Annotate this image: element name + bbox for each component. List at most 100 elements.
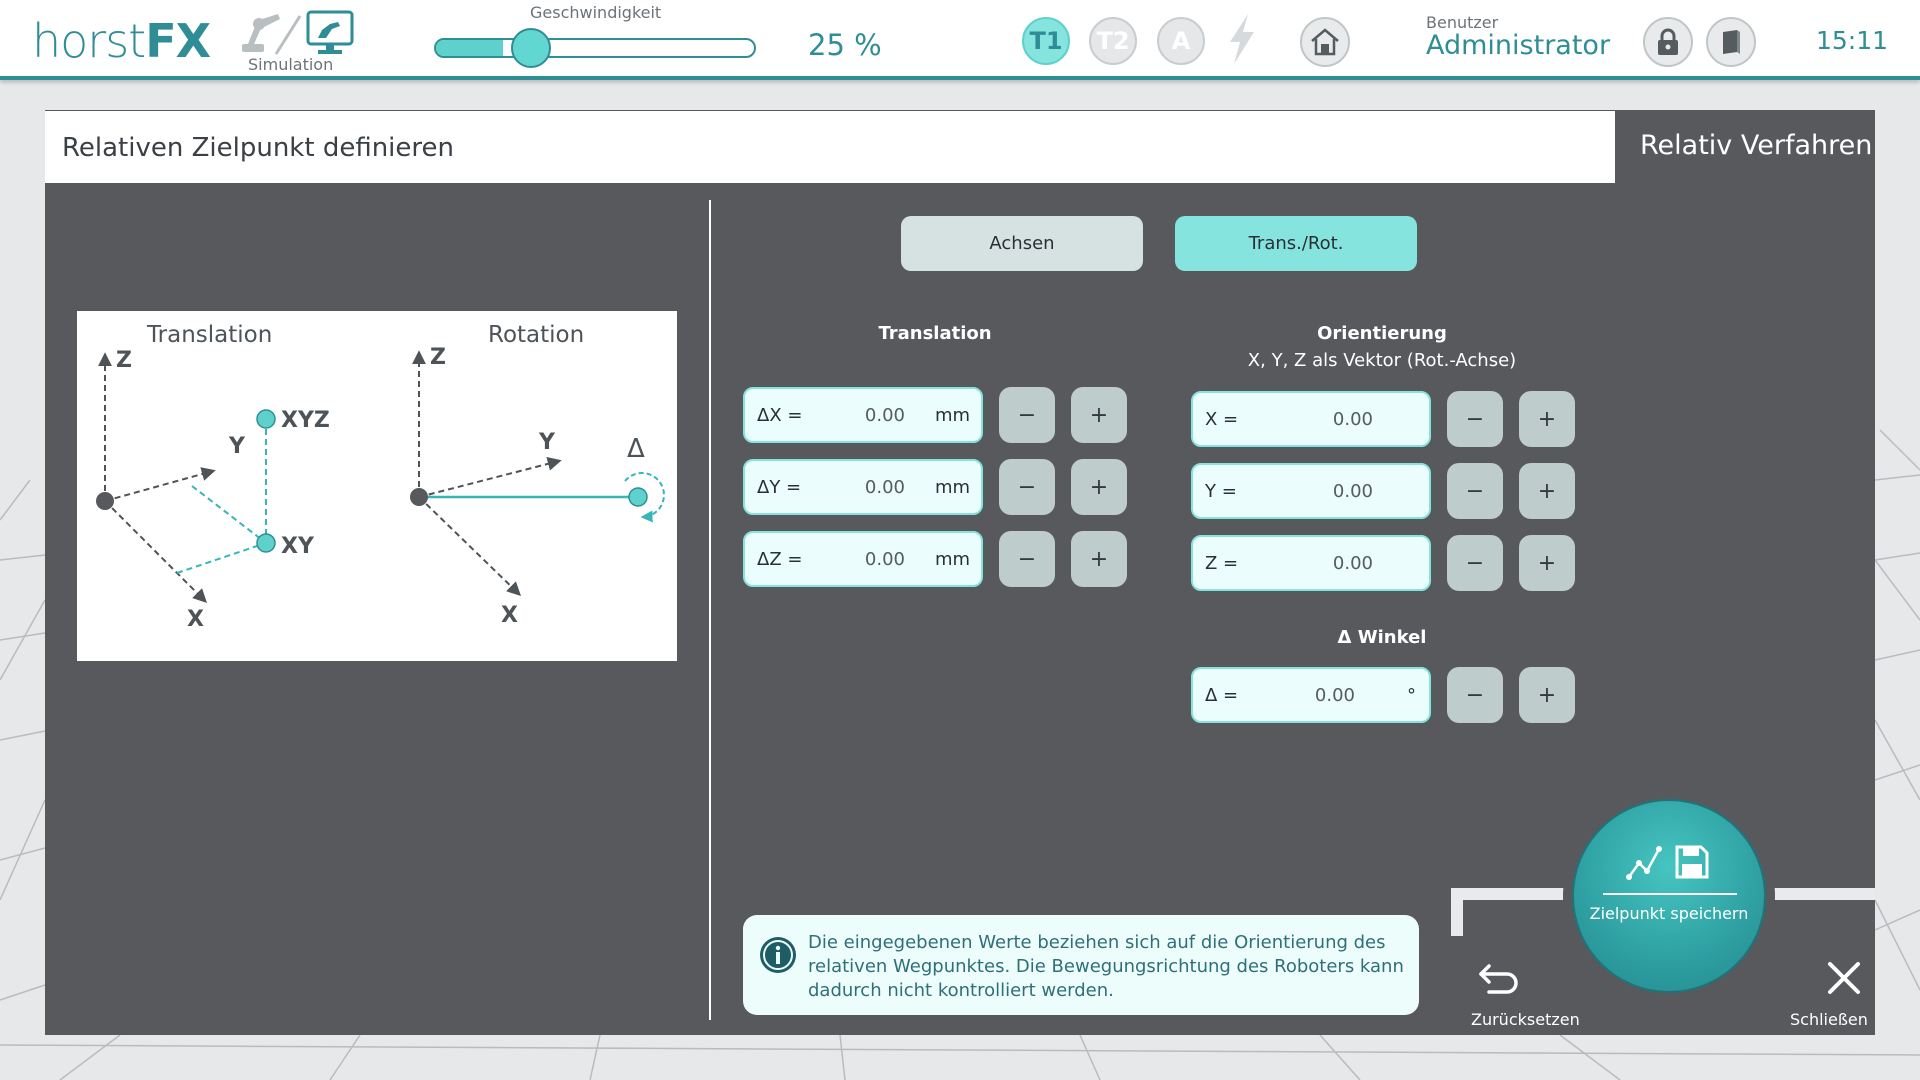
clock: 15:11 <box>1816 26 1889 55</box>
delta-y-label: ΔY = <box>757 477 802 498</box>
orientation-z-minus-button[interactable]: − <box>1447 535 1503 591</box>
lock-icon <box>1658 28 1678 55</box>
manual-button[interactable] <box>1706 17 1756 67</box>
delta-y-minus-button[interactable]: − <box>999 459 1055 515</box>
top-bar-accent-line <box>0 76 1920 80</box>
orientation-y-plus-button[interactable]: + <box>1519 463 1575 519</box>
translation-axis-x: X <box>187 607 204 632</box>
bolt-icon <box>1230 14 1254 64</box>
translation-section-title: Translation <box>878 323 992 344</box>
delta-x-unit: mm <box>935 405 971 426</box>
translation-diagram: Z Y X XYZ XY <box>96 348 330 632</box>
undo-icon <box>1479 964 1518 994</box>
delta-z-field[interactable]: ΔZ = 0.00 mm <box>743 531 983 587</box>
delta-z-label: ΔZ = <box>757 549 803 570</box>
delta-x-value: 0.00 <box>864 405 905 426</box>
tab-trans-rot[interactable]: Trans./Rot. <box>1175 216 1417 271</box>
user-name[interactable]: Administrator <box>1426 30 1610 61</box>
orientation-section-subtitle: X, Y, Z als Vektor (Rot.-Achse) <box>1247 350 1517 371</box>
orientation-x-label: X = <box>1205 409 1239 430</box>
orientation-x-plus-button[interactable]: + <box>1519 391 1575 447</box>
delta-z-unit: mm <box>935 549 971 570</box>
lock-button[interactable] <box>1643 17 1693 67</box>
tab-relativ-verfahren[interactable]: Relativ Verfahren <box>1640 130 1872 161</box>
angle-label: Δ = <box>1205 685 1239 706</box>
speed-slider[interactable] <box>434 28 756 68</box>
mode-a-button[interactable]: A <box>1157 17 1205 65</box>
orientation-z-label: Z = <box>1205 553 1239 574</box>
speed-value: 25 % <box>808 28 882 62</box>
speed-slider-fill <box>436 40 503 56</box>
info-icon <box>760 937 796 973</box>
diagram-rotation-title: Rotation <box>488 322 584 348</box>
rotation-axis-y: Y <box>538 430 556 455</box>
mode-t2-button[interactable]: T2 <box>1089 17 1137 65</box>
orientation-x-minus-button[interactable]: − <box>1447 391 1503 447</box>
mode-t1-button[interactable]: T1 <box>1022 17 1070 65</box>
delta-z-value: 0.00 <box>864 549 905 570</box>
delta-label: Δ <box>627 434 645 464</box>
path-icon <box>1626 846 1662 880</box>
delta-y-plus-button[interactable]: + <box>1071 459 1127 515</box>
home-icon <box>1311 28 1339 56</box>
delta-z-plus-button[interactable]: + <box>1071 531 1127 587</box>
logo-bold-text: FX <box>145 14 211 68</box>
origin-point <box>96 492 114 510</box>
home-button[interactable] <box>1300 17 1350 67</box>
robot-simulation-icon[interactable] <box>240 10 356 56</box>
point-xy <box>256 533 276 553</box>
top-bar: horstFX Simulation Geschwindigkeit 25 % … <box>0 0 1920 78</box>
delta-x-plus-button[interactable]: + <box>1071 387 1127 443</box>
simulation-label: Simulation <box>248 55 334 74</box>
tab-achsen[interactable]: Achsen <box>901 216 1143 271</box>
close-icon <box>1828 962 1860 994</box>
angle-field[interactable]: Δ = 0.00 ° <box>1191 667 1431 723</box>
save-icons <box>1626 845 1709 880</box>
delta-y-unit: mm <box>935 477 971 498</box>
orientation-y-value: 0.00 <box>1332 481 1373 502</box>
translation-rotation-diagram: Translation Rotation Z Y X XYZ XY Z Y X … <box>77 311 677 661</box>
orientation-z-plus-button[interactable]: + <box>1519 535 1575 591</box>
rotation-diagram: Z Y X Δ <box>410 345 665 628</box>
reset-label: Zurücksetzen <box>1471 1010 1580 1029</box>
translation-axis-y: Y <box>228 434 246 459</box>
orientation-section-title: Orientierung <box>1317 323 1447 344</box>
save-button-divider <box>1603 893 1737 895</box>
diagram-svg: Translation Rotation Z Y X XYZ XY Z Y X … <box>96 322 665 632</box>
rotation-axis-z: Z <box>430 345 446 370</box>
angle-unit: ° <box>1407 685 1416 706</box>
delta-z-minus-button[interactable]: − <box>999 531 1055 587</box>
panel-title: Relativen Zielpunkt definieren <box>62 133 454 163</box>
close-label: Schließen <box>1790 1010 1868 1029</box>
rotation-point <box>628 487 648 507</box>
speed-slider-handle[interactable] <box>511 28 551 68</box>
angle-plus-button[interactable]: + <box>1519 667 1575 723</box>
orientation-y-label: Y = <box>1205 481 1237 502</box>
floppy-disk-icon <box>1675 845 1709 879</box>
delta-x-label: ΔX = <box>757 405 803 426</box>
info-box: Die eingegebenen Werte beziehen sich auf… <box>743 915 1419 1015</box>
speed-label: Geschwindigkeit <box>530 3 662 22</box>
angle-section-title: Δ Winkel <box>1337 627 1427 648</box>
orientation-z-value: 0.00 <box>1332 553 1373 574</box>
orientation-y-field[interactable]: Y = 0.00 <box>1191 463 1431 519</box>
translation-axis-z: Z <box>116 348 132 373</box>
rotation-axis-x: X <box>501 603 518 628</box>
save-waypoint-button[interactable] <box>1572 799 1766 993</box>
info-text: Die eingegebenen Werte beziehen sich auf… <box>808 932 1404 1001</box>
delta-y-field[interactable]: ΔY = 0.00 mm <box>743 459 983 515</box>
delta-x-field[interactable]: ΔX = 0.00 mm <box>743 387 983 443</box>
orientation-x-value: 0.00 <box>1332 409 1373 430</box>
label-xy: XY <box>281 534 315 559</box>
horstfx-logo: horstFX <box>32 14 211 68</box>
delta-y-value: 0.00 <box>864 477 905 498</box>
diagram-translation-title: Translation <box>146 322 272 348</box>
angle-minus-button[interactable]: − <box>1447 667 1503 723</box>
angle-value: 0.00 <box>1314 685 1355 706</box>
panel-divider <box>709 200 711 1020</box>
orientation-y-minus-button[interactable]: − <box>1447 463 1503 519</box>
orientation-z-field[interactable]: Z = 0.00 <box>1191 535 1431 591</box>
point-xyz <box>256 409 276 429</box>
orientation-x-field[interactable]: X = 0.00 <box>1191 391 1431 447</box>
delta-x-minus-button[interactable]: − <box>999 387 1055 443</box>
